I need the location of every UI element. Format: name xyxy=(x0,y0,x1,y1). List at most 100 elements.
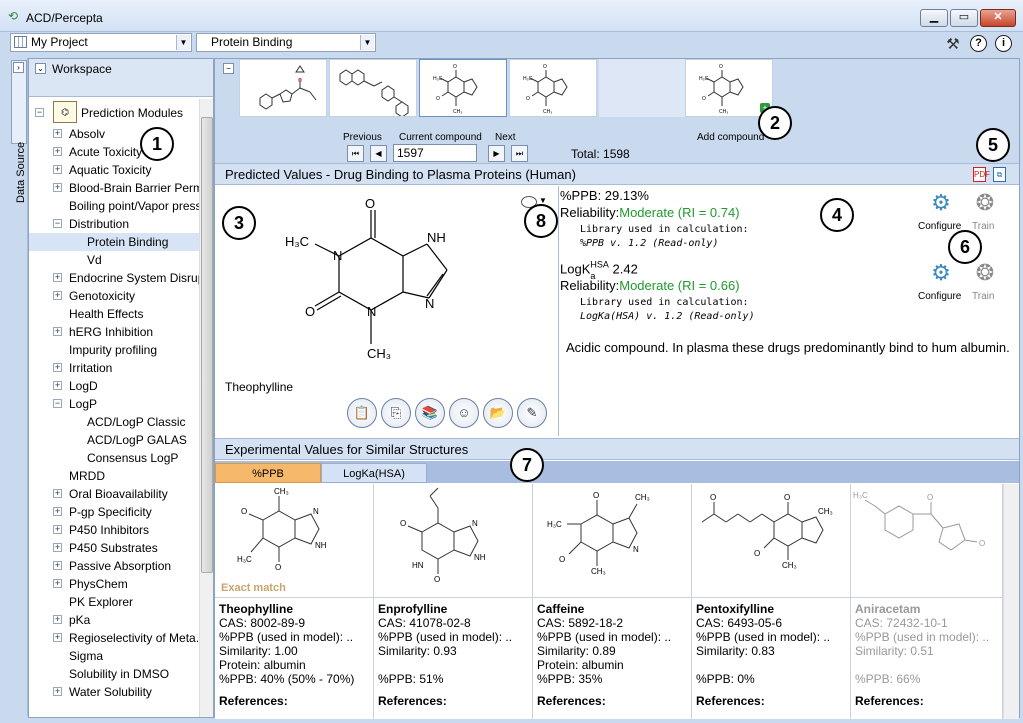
tree-item[interactable]: Sigma xyxy=(29,647,199,665)
tree-item[interactable]: + Oral Bioavailability xyxy=(29,485,199,503)
expand-icon[interactable]: + xyxy=(53,273,62,282)
collapse-icon[interactable]: − xyxy=(223,63,234,74)
expand-icon[interactable]: + xyxy=(53,147,62,156)
tree-item[interactable]: Consensus LogP xyxy=(29,449,199,467)
tree-item[interactable]: + Water Solubility xyxy=(29,683,199,701)
paste-structure-icon[interactable]: ⎘ xyxy=(381,398,411,428)
tree-item[interactable]: + Aquatic Toxicity xyxy=(29,161,199,179)
tree-item[interactable]: Impurity profiling xyxy=(29,341,199,359)
wrench-icon[interactable]: ⚒ xyxy=(944,35,962,53)
expand-icon[interactable]: + xyxy=(53,579,62,588)
tree-item[interactable]: + Passive Absorption xyxy=(29,557,199,575)
tree-item[interactable]: ACD/LogP GALAS xyxy=(29,431,199,449)
svg-text:O: O xyxy=(365,196,375,211)
similar-structure-card[interactable]: H₃C O O Aniracetam CAS: 72432-10-1 %PPB (u… xyxy=(851,484,1003,719)
collapse-icon[interactable]: ⌄ xyxy=(35,63,46,74)
next-button[interactable]: ▶ xyxy=(488,145,505,162)
previous-button[interactable]: ◀ xyxy=(370,145,387,162)
tree-item[interactable]: Protein Binding xyxy=(29,233,199,251)
copy-icon[interactable]: ⧉ xyxy=(993,167,1006,182)
tree-item[interactable]: + hERG Inhibition xyxy=(29,323,199,341)
tree-item[interactable]: + Regioselectivity of Meta... xyxy=(29,629,199,647)
tree-item[interactable]: + pKa xyxy=(29,611,199,629)
chevron-down-icon[interactable]: ▼ xyxy=(360,35,374,50)
collapse-icon[interactable]: − xyxy=(53,219,62,228)
similar-structure-card[interactable]: O H₃C O CH₃ CH₃ N Caffeine CAS: 5892-18-2 %PP… xyxy=(533,484,692,719)
close-button[interactable]: ✕ xyxy=(980,9,1016,27)
similar-structure-card[interactable]: O O N NH HN Enprofylline CAS: 41078-02-8 %PP… xyxy=(374,484,533,719)
tree-item-label: Oral Bioavailability xyxy=(69,487,168,501)
current-compound-input[interactable]: 1597 xyxy=(393,144,477,162)
tree-item[interactable]: + LogD xyxy=(29,377,199,395)
similar-structure-card[interactable]: CH₃ O H₃C O N NH Exact match Theophylline CAS… xyxy=(215,484,374,719)
tree-item[interactable]: PK Explorer xyxy=(29,593,199,611)
logk-reliability-row: Reliability:Moderate (RI = 0.66) xyxy=(560,278,740,293)
edit-pencil-icon[interactable]: ✎ xyxy=(517,398,547,428)
last-button[interactable]: ⏭ xyxy=(511,145,528,162)
chevron-down-icon[interactable]: ▼ xyxy=(176,35,190,50)
expand-icon[interactable]: + xyxy=(53,327,62,336)
minimize-button[interactable]: ▁ xyxy=(920,9,948,27)
tree-item[interactable]: Vd xyxy=(29,251,199,269)
expand-icon[interactable]: + xyxy=(53,633,62,642)
expand-icon[interactable]: › xyxy=(13,62,24,73)
configure-gear-icon[interactable]: ⚙ xyxy=(924,188,958,218)
expand-icon[interactable]: + xyxy=(53,507,62,516)
expand-icon[interactable]: + xyxy=(53,525,62,534)
maximize-button[interactable]: ▭ xyxy=(950,9,978,27)
structure-image: H₃C O O xyxy=(851,484,1003,598)
expand-icon[interactable]: + xyxy=(53,615,62,624)
tree-item[interactable]: + Endocrine System Disrup... xyxy=(29,269,199,287)
tab-ppb[interactable]: %PPB xyxy=(215,463,321,483)
module-select[interactable]: Protein Binding ▼ xyxy=(196,33,376,52)
train-brain-icon[interactable]: ❂ xyxy=(968,188,1002,218)
library-icon[interactable]: 📚 xyxy=(415,398,445,428)
expand-icon[interactable]: + xyxy=(53,489,62,498)
expand-icon[interactable]: + xyxy=(53,543,62,552)
expand-icon[interactable]: + xyxy=(53,165,62,174)
smiley-icon[interactable]: ☺ xyxy=(449,398,479,428)
compound-thumbnail[interactable]: O xyxy=(239,59,327,117)
tree-item[interactable]: + P450 Inhibitors xyxy=(29,521,199,539)
tree-item[interactable]: + Irritation xyxy=(29,359,199,377)
open-folder-icon[interactable]: 📂 xyxy=(483,398,513,428)
workspace-scrollbar[interactable] xyxy=(199,99,213,717)
scrollbar-thumb[interactable] xyxy=(201,117,213,573)
tree-item[interactable]: − Distribution xyxy=(29,215,199,233)
train-label: Train xyxy=(972,221,995,232)
tree-item[interactable]: + PhysChem xyxy=(29,575,199,593)
expand-icon[interactable]: + xyxy=(53,291,62,300)
train-brain-icon[interactable]: ❂ xyxy=(968,258,1002,288)
tree-item[interactable]: Health Effects xyxy=(29,305,199,323)
first-button[interactable]: ⏮ xyxy=(347,145,364,162)
tab-logka-hsa[interactable]: LogKa(HSA) xyxy=(321,463,427,483)
grid-scrollbar[interactable] xyxy=(1003,484,1019,719)
help-icon[interactable]: ? xyxy=(970,35,987,52)
compound-thumbnail-current[interactable]: O H₃C O CH₃ xyxy=(419,59,507,117)
expand-icon[interactable]: + xyxy=(53,129,62,138)
tree-item[interactable]: − LogP xyxy=(29,395,199,413)
collapse-icon[interactable]: − xyxy=(35,108,44,117)
tree-item[interactable]: MRDD xyxy=(29,467,199,485)
collapse-icon[interactable]: − xyxy=(53,399,62,408)
copy-structure-icon[interactable]: 📋 xyxy=(347,398,377,428)
info-icon[interactable]: i xyxy=(995,35,1012,52)
tree-item[interactable]: ACD/LogP Classic xyxy=(29,413,199,431)
tree-item[interactable]: + Blood-Brain Barrier Perm... xyxy=(29,179,199,197)
pdf-icon[interactable]: PDF xyxy=(973,167,990,182)
expand-icon[interactable]: + xyxy=(53,687,62,696)
expand-icon[interactable]: + xyxy=(53,183,62,192)
similar-structure-card[interactable]: O O O CH₃ CH₃ Pentoxifylline CAS: 6493-05-6 … xyxy=(692,484,851,719)
tree-item[interactable]: + P-gp Specificity xyxy=(29,503,199,521)
project-select[interactable]: My Project ▼ xyxy=(10,33,192,52)
expand-icon[interactable]: + xyxy=(53,381,62,390)
tree-item[interactable]: Solubility in DMSO xyxy=(29,665,199,683)
configure-gear-icon[interactable]: ⚙ xyxy=(924,258,958,288)
compound-thumbnail[interactable]: O H₃C O CH₃ xyxy=(509,59,597,117)
tree-item[interactable]: + P450 Substrates xyxy=(29,539,199,557)
compound-thumbnail[interactable] xyxy=(329,59,417,117)
expand-icon[interactable]: + xyxy=(53,561,62,570)
tree-item[interactable]: + Genotoxicity xyxy=(29,287,199,305)
tree-item[interactable]: Boiling point/Vapor press... xyxy=(29,197,199,215)
expand-icon[interactable]: + xyxy=(53,363,62,372)
